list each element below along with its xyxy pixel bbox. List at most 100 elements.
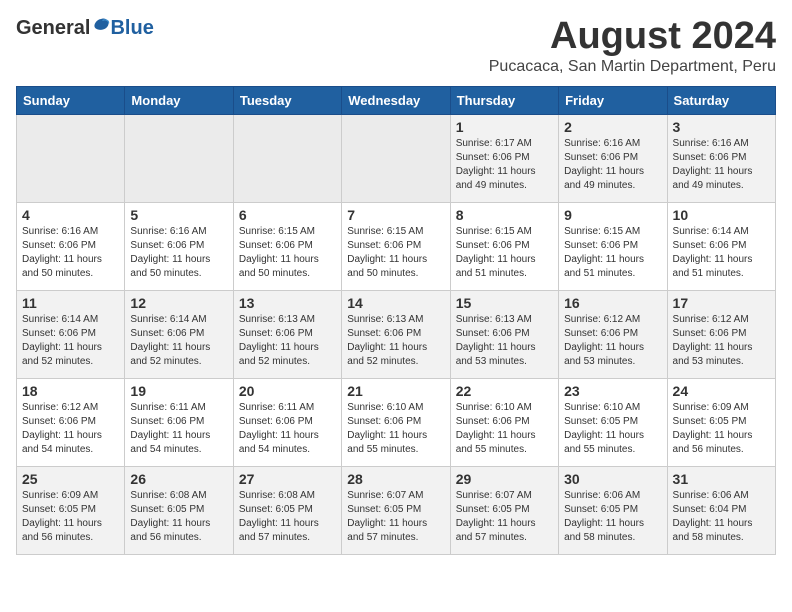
- calendar-day-cell: 15 Sunrise: 6:13 AMSunset: 6:06 PMDayligh…: [450, 290, 558, 378]
- calendar-day-cell: 27Sunrise: 6:08 AMSunset: 6:05 PMDayligh…: [233, 466, 341, 554]
- day-info: Sunrise: 6:10 AMSunset: 6:06 PMDaylight:…: [456, 401, 553, 457]
- day-info: Sunrise: 6:12 AMSunset: 6:06 PMDaylight:…: [673, 313, 770, 369]
- day-number: 17: [673, 295, 770, 311]
- day-number: 15: [456, 295, 553, 311]
- calendar-day-cell: 13 Sunrise: 6:13 AMSunset: 6:06 PMDayligh…: [233, 290, 341, 378]
- calendar-week-row: 18 Sunrise: 6:12 AMSunset: 6:06 PMDayligh…: [17, 378, 776, 466]
- day-info: Sunrise: 6:10 AMSunset: 6:06 PMDaylight:…: [347, 401, 444, 457]
- calendar-day-cell: 4 Sunrise: 6:16 AMSunset: 6:06 PMDaylight…: [17, 202, 125, 290]
- calendar-day-cell: 25 Sunrise: 6:09 AMSunset: 6:05 PMDayligh…: [17, 466, 125, 554]
- calendar-day-header: Monday: [125, 86, 233, 114]
- day-info: Sunrise: 6:12 AMSunset: 6:06 PMDaylight:…: [22, 401, 119, 457]
- calendar-day-cell: 3 Sunrise: 6:16 AMSunset: 6:06 PMDaylight…: [667, 114, 775, 202]
- page-subtitle: Pucacaca, San Martin Department, Peru: [489, 58, 776, 76]
- day-number: 8: [456, 207, 553, 223]
- day-number: 22: [456, 383, 553, 399]
- day-info: Sunrise: 6:15 AMSunset: 6:06 PMDaylight:…: [456, 225, 553, 281]
- day-info: Sunrise: 6:11 AMSunset: 6:06 PMDaylight:…: [239, 401, 336, 457]
- day-number: 14: [347, 295, 444, 311]
- day-info: Sunrise: 6:08 AMSunset: 6:05 PMDaylight:…: [130, 489, 227, 545]
- logo: General Blue: [16, 16, 154, 40]
- day-number: 20: [239, 383, 336, 399]
- day-info: Sunrise: 6:14 AMSunset: 6:06 PMDaylight:…: [22, 313, 119, 369]
- day-info: Sunrise: 6:14 AMSunset: 6:06 PMDaylight:…: [673, 225, 770, 281]
- page-title: August 2024: [489, 16, 776, 58]
- calendar-header-row: SundayMondayTuesdayWednesdayThursdayFrid…: [17, 86, 776, 114]
- day-number: 30: [564, 471, 661, 487]
- day-number: 19: [130, 383, 227, 399]
- day-info: Sunrise: 6:16 AMSunset: 6:06 PMDaylight:…: [22, 225, 119, 281]
- calendar-day-cell: 23 Sunrise: 6:10 AMSunset: 6:05 PMDayligh…: [559, 378, 667, 466]
- day-info: Sunrise: 6:16 AMSunset: 6:06 PMDaylight:…: [673, 137, 770, 193]
- logo-blue-text: Blue: [110, 17, 153, 40]
- calendar-day-cell: [17, 114, 125, 202]
- calendar-day-cell: 1 Sunrise: 6:17 AMSunset: 6:06 PMDaylight…: [450, 114, 558, 202]
- calendar-day-header: Wednesday: [342, 86, 450, 114]
- day-info: Sunrise: 6:10 AMSunset: 6:05 PMDaylight:…: [564, 401, 661, 457]
- day-info: Sunrise: 6:17 AMSunset: 6:06 PMDaylight:…: [456, 137, 553, 193]
- day-info: Sunrise: 6:13 AMSunset: 6:06 PMDaylight:…: [239, 313, 336, 369]
- calendar-table: SundayMondayTuesdayWednesdayThursdayFrid…: [16, 86, 776, 555]
- day-number: 11: [22, 295, 119, 311]
- calendar-day-cell: 24 Sunrise: 6:09 AMSunset: 6:05 PMDayligh…: [667, 378, 775, 466]
- calendar-day-cell: 8 Sunrise: 6:15 AMSunset: 6:06 PMDaylight…: [450, 202, 558, 290]
- calendar-week-row: 4 Sunrise: 6:16 AMSunset: 6:06 PMDaylight…: [17, 202, 776, 290]
- calendar-day-cell: 29Sunrise: 6:07 AMSunset: 6:05 PMDayligh…: [450, 466, 558, 554]
- day-number: 29: [456, 471, 553, 487]
- day-number: 18: [22, 383, 119, 399]
- calendar-day-cell: 5Sunrise: 6:16 AMSunset: 6:06 PMDaylight…: [125, 202, 233, 290]
- day-info: Sunrise: 6:06 AMSunset: 6:05 PMDaylight:…: [564, 489, 661, 545]
- calendar-day-header: Sunday: [17, 86, 125, 114]
- day-number: 4: [22, 207, 119, 223]
- day-number: 7: [347, 207, 444, 223]
- calendar-day-header: Friday: [559, 86, 667, 114]
- day-number: 3: [673, 119, 770, 135]
- day-info: Sunrise: 6:15 AMSunset: 6:06 PMDaylight:…: [564, 225, 661, 281]
- calendar-day-cell: 28Sunrise: 6:07 AMSunset: 6:05 PMDayligh…: [342, 466, 450, 554]
- day-info: Sunrise: 6:13 AMSunset: 6:06 PMDaylight:…: [347, 313, 444, 369]
- day-info: Sunrise: 6:06 AMSunset: 6:04 PMDaylight:…: [673, 489, 770, 545]
- calendar-day-cell: 2Sunrise: 6:16 AMSunset: 6:06 PMDaylight…: [559, 114, 667, 202]
- day-info: Sunrise: 6:12 AMSunset: 6:06 PMDaylight:…: [564, 313, 661, 369]
- logo-general-text: General: [16, 17, 90, 40]
- calendar-day-cell: 21 Sunrise: 6:10 AMSunset: 6:06 PMDayligh…: [342, 378, 450, 466]
- page-header: General Blue August 2024 Pucacaca, San M…: [16, 16, 776, 76]
- calendar-day-cell: [125, 114, 233, 202]
- day-number: 31: [673, 471, 770, 487]
- calendar-day-cell: 30 Sunrise: 6:06 AMSunset: 6:05 PMDayligh…: [559, 466, 667, 554]
- calendar-day-cell: 11 Sunrise: 6:14 AMSunset: 6:06 PMDayligh…: [17, 290, 125, 378]
- calendar-day-header: Thursday: [450, 86, 558, 114]
- calendar-day-cell: 9 Sunrise: 6:15 AMSunset: 6:06 PMDaylight…: [559, 202, 667, 290]
- calendar-week-row: 11 Sunrise: 6:14 AMSunset: 6:06 PMDayligh…: [17, 290, 776, 378]
- day-info: Sunrise: 6:09 AMSunset: 6:05 PMDaylight:…: [673, 401, 770, 457]
- calendar-day-cell: [233, 114, 341, 202]
- calendar-day-cell: 7 Sunrise: 6:15 AMSunset: 6:06 PMDaylight…: [342, 202, 450, 290]
- calendar-day-cell: [342, 114, 450, 202]
- calendar-day-header: Saturday: [667, 86, 775, 114]
- day-info: Sunrise: 6:13 AMSunset: 6:06 PMDaylight:…: [456, 313, 553, 369]
- day-number: 23: [564, 383, 661, 399]
- day-number: 26: [130, 471, 227, 487]
- calendar-day-cell: 20 Sunrise: 6:11 AMSunset: 6:06 PMDayligh…: [233, 378, 341, 466]
- day-number: 21: [347, 383, 444, 399]
- calendar-day-cell: 16Sunrise: 6:12 AMSunset: 6:06 PMDayligh…: [559, 290, 667, 378]
- title-block: August 2024 Pucacaca, San Martin Departm…: [489, 16, 776, 76]
- day-number: 24: [673, 383, 770, 399]
- calendar-day-cell: 19Sunrise: 6:11 AMSunset: 6:06 PMDayligh…: [125, 378, 233, 466]
- day-number: 2: [564, 119, 661, 135]
- day-info: Sunrise: 6:09 AMSunset: 6:05 PMDaylight:…: [22, 489, 119, 545]
- calendar-day-cell: 17 Sunrise: 6:12 AMSunset: 6:06 PMDayligh…: [667, 290, 775, 378]
- day-number: 27: [239, 471, 336, 487]
- day-number: 12: [130, 295, 227, 311]
- day-number: 5: [130, 207, 227, 223]
- day-info: Sunrise: 6:15 AMSunset: 6:06 PMDaylight:…: [239, 225, 336, 281]
- calendar-week-row: 25 Sunrise: 6:09 AMSunset: 6:05 PMDayligh…: [17, 466, 776, 554]
- day-number: 9: [564, 207, 661, 223]
- day-info: Sunrise: 6:14 AMSunset: 6:06 PMDaylight:…: [130, 313, 227, 369]
- calendar-day-cell: 18 Sunrise: 6:12 AMSunset: 6:06 PMDayligh…: [17, 378, 125, 466]
- day-info: Sunrise: 6:15 AMSunset: 6:06 PMDaylight:…: [347, 225, 444, 281]
- calendar-day-cell: 26 Sunrise: 6:08 AMSunset: 6:05 PMDayligh…: [125, 466, 233, 554]
- day-number: 13: [239, 295, 336, 311]
- day-number: 1: [456, 119, 553, 135]
- day-number: 25: [22, 471, 119, 487]
